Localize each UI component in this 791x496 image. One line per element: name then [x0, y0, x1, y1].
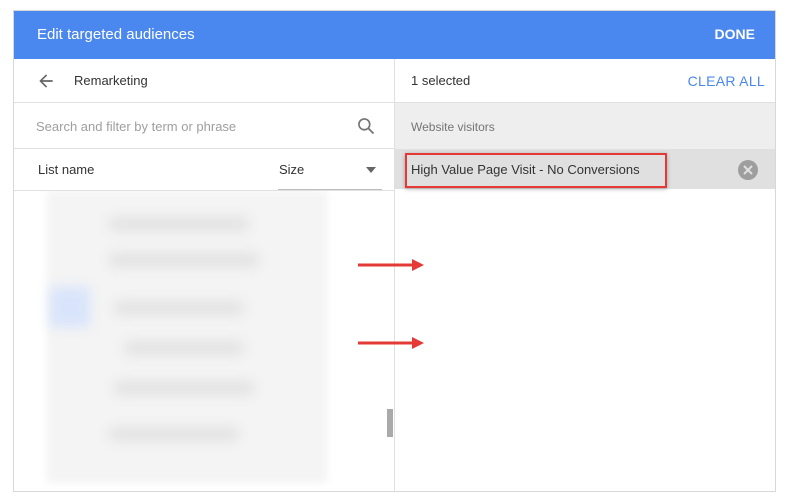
chevron-down-icon	[366, 167, 376, 173]
blurred-row	[114, 381, 254, 395]
size-dropdown[interactable]: Size	[278, 149, 382, 190]
selected-pane: 1 selected CLEAR ALL Website visitors Hi…	[395, 59, 775, 491]
nav-title: Remarketing	[74, 73, 148, 88]
scrollbar[interactable]	[387, 409, 393, 437]
blurred-accent	[50, 287, 90, 327]
size-dropdown-label: Size	[279, 162, 305, 177]
selected-audience-item[interactable]: High Value Page Visit - No Conversions	[395, 149, 775, 189]
browse-pane: Remarketing List name Size	[14, 59, 395, 491]
annotation-arrow	[358, 259, 424, 271]
blurred-row	[114, 301, 244, 315]
blurred-row	[109, 217, 249, 231]
selection-summary: 1 selected CLEAR ALL	[395, 59, 775, 103]
annotation-highlight-box	[405, 153, 667, 188]
list-column-headers: List name Size	[14, 149, 394, 191]
clear-all-button[interactable]: CLEAR ALL	[688, 73, 765, 89]
blurred-row	[109, 253, 259, 267]
blurred-row	[109, 427, 239, 441]
column-header-list-name[interactable]: List name	[38, 162, 94, 177]
arrow-back-icon[interactable]	[36, 71, 56, 91]
done-button[interactable]: DONE	[715, 26, 755, 42]
selected-count: 1 selected	[411, 73, 471, 88]
close-circle-icon[interactable]	[738, 160, 758, 180]
dialog-title: Edit targeted audiences	[37, 26, 195, 43]
dialog-header: Edit targeted audiences DONE	[14, 11, 775, 59]
search-bar	[14, 103, 394, 149]
annotation-arrow	[358, 337, 424, 349]
edit-audiences-dialog: Edit targeted audiences DONE Remarketing…	[13, 10, 776, 492]
search-icon[interactable]	[356, 116, 376, 136]
search-input[interactable]	[36, 115, 336, 137]
group-label: Website visitors	[411, 120, 495, 134]
breadcrumb: Remarketing	[14, 59, 394, 103]
blurred-row	[124, 341, 244, 355]
group-header: Website visitors	[395, 103, 775, 149]
audience-list-blurred	[14, 191, 394, 491]
